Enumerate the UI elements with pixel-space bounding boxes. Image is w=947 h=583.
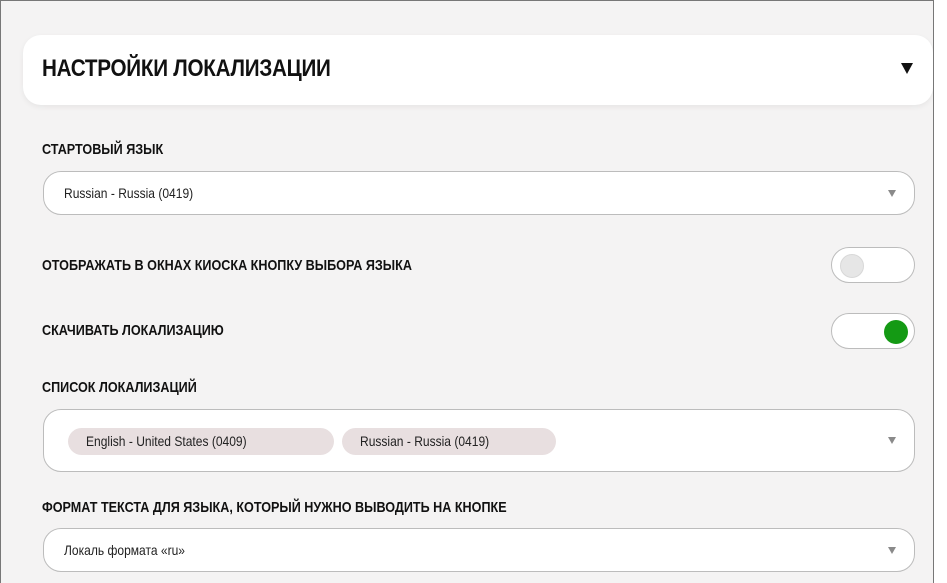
localization-settings-panel: НАСТРОЙКИ ЛОКАЛИЗАЦИИ СТАРТОВЫЙ ЯЗЫК Rus… — [0, 0, 934, 583]
section-header[interactable]: НАСТРОЙКИ ЛОКАЛИЗАЦИИ — [23, 35, 933, 105]
dropdown-arrow-icon — [888, 190, 896, 197]
show-language-button-label: ОТОБРАЖАТЬ В ОКНАХ КИОСКА КНОПКУ ВЫБОРА … — [42, 257, 412, 274]
localization-chip-label: English - United States (0409) — [86, 433, 247, 449]
download-localization-toggle[interactable] — [831, 313, 915, 349]
caret-down-icon[interactable] — [901, 63, 913, 74]
localization-chip[interactable]: Russian - Russia (0419) — [342, 428, 556, 455]
start-language-label: СТАРТОВЫЙ ЯЗЫК — [42, 141, 164, 158]
dropdown-arrow-icon — [888, 547, 896, 554]
show-language-button-toggle[interactable] — [831, 247, 915, 283]
section-title: НАСТРОЙКИ ЛОКАЛИЗАЦИИ — [42, 55, 331, 82]
localization-chip-label: Russian - Russia (0419) — [360, 433, 490, 449]
start-language-value: Russian - Russia (0419) — [64, 185, 194, 201]
toggle-knob — [884, 320, 908, 344]
download-localization-label: СКАЧИВАТЬ ЛОКАЛИЗАЦИЮ — [42, 322, 224, 339]
button-text-format-select[interactable]: Локаль формата «ru» — [43, 528, 915, 572]
dropdown-arrow-icon — [888, 437, 896, 444]
toggle-knob — [840, 254, 864, 278]
localization-list-label: СПИСОК ЛОКАЛИЗАЦИЙ — [42, 379, 197, 396]
localization-list-select[interactable]: English - United States (0409) Russian -… — [43, 409, 915, 472]
localization-chip[interactable]: English - United States (0409) — [68, 428, 334, 455]
button-text-format-label: ФОРМАТ ТЕКСТА ДЛЯ ЯЗЫКА, КОТОРЫЙ НУЖНО В… — [42, 499, 507, 516]
button-text-format-value: Локаль формата «ru» — [64, 542, 186, 558]
start-language-select[interactable]: Russian - Russia (0419) — [43, 171, 915, 215]
